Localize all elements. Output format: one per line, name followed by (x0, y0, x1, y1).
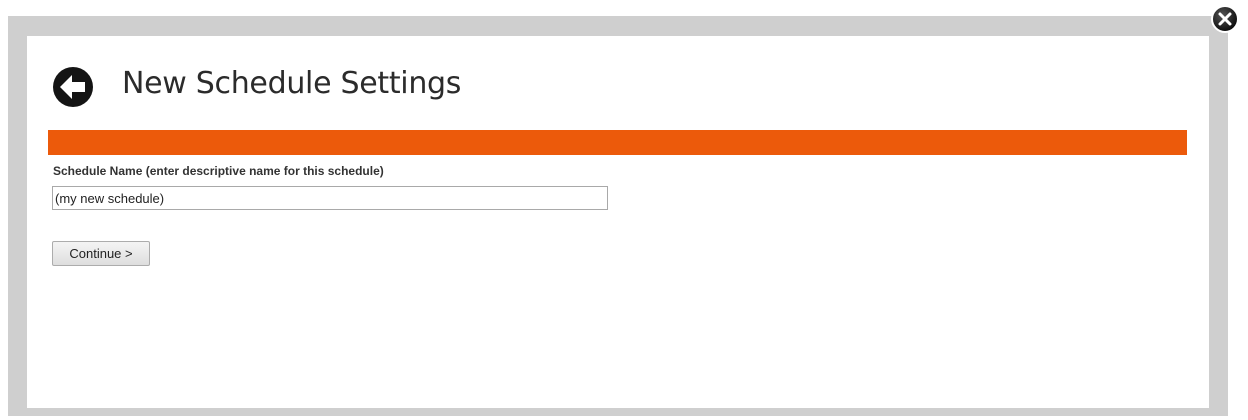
close-circle-icon (1211, 5, 1239, 33)
back-button[interactable] (52, 66, 94, 108)
arrow-left-circle-icon (53, 67, 93, 107)
page-title: New Schedule Settings (122, 66, 462, 101)
accent-bar (48, 130, 1187, 155)
modal-body: New Schedule Settings Schedule Name (ent… (27, 36, 1209, 408)
schedule-name-label: Schedule Name (enter descriptive name fo… (53, 164, 384, 178)
schedule-name-input[interactable] (52, 186, 608, 210)
close-button[interactable] (1211, 5, 1239, 33)
continue-button[interactable]: Continue > (52, 241, 150, 266)
